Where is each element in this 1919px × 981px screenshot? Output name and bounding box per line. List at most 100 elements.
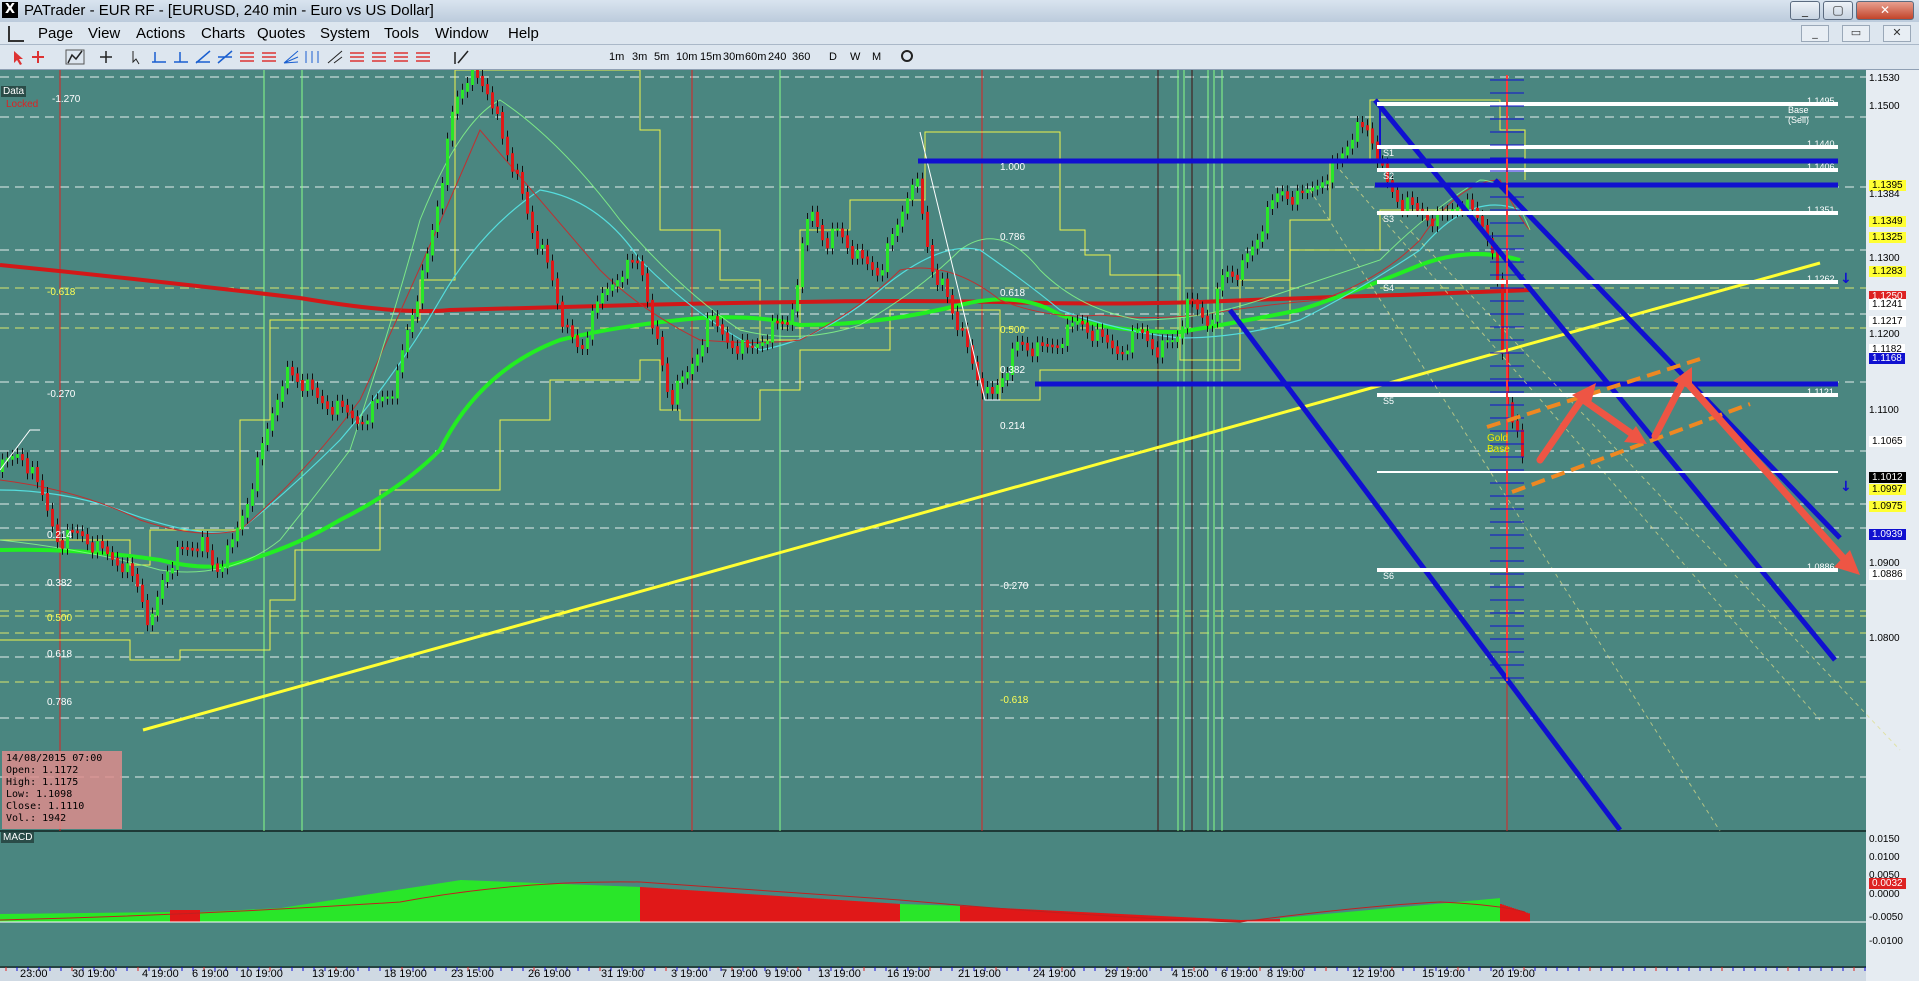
price-axis-label: 1.1241 <box>1869 299 1906 310</box>
tf-360[interactable]: 360 <box>792 51 810 63</box>
down-arrow-icon[interactable]: ↓ <box>1840 271 1852 287</box>
levels4-icon[interactable] <box>416 52 430 62</box>
macd-bar <box>1440 903 1442 922</box>
macd-bar <box>866 901 868 922</box>
macd-bar <box>1202 918 1204 922</box>
macd-bar <box>1520 910 1522 922</box>
macd-bar <box>916 904 918 922</box>
hline-icon[interactable] <box>152 52 166 63</box>
macd-bar <box>906 904 908 922</box>
macd-bar <box>448 881 450 922</box>
macd-bar <box>1340 912 1342 922</box>
title-bar: X PATrader - EUR RF - [EURUSD, 240 min -… <box>0 0 1919 23</box>
candle-bull <box>1076 320 1079 325</box>
macd-bar <box>928 904 930 922</box>
macd-bar <box>226 910 228 922</box>
candle-bear <box>86 534 89 545</box>
macd-bar <box>728 892 730 922</box>
macd-bar <box>1374 909 1376 922</box>
levels-icon[interactable] <box>350 52 364 62</box>
candle-bear <box>26 458 29 474</box>
crosshair-icon[interactable] <box>32 51 44 63</box>
menu-page[interactable]: Page <box>38 25 73 42</box>
levels3-icon[interactable] <box>394 52 408 62</box>
candle-bull <box>446 138 449 185</box>
macd-bar <box>472 880 474 922</box>
menu-tools[interactable]: Tools <box>384 25 419 42</box>
tf-daily[interactable]: D <box>829 51 837 63</box>
price-chart[interactable] <box>0 70 1919 981</box>
close-button[interactable]: ✕ <box>1856 1 1914 20</box>
tf-240[interactable]: 240 <box>768 51 786 63</box>
down-arrow-icon-2[interactable]: ↓ <box>1840 479 1852 495</box>
macd-bar <box>1372 909 1374 922</box>
line-chart-icon[interactable] <box>65 49 85 65</box>
clock-icon[interactable] <box>901 50 913 62</box>
channel-icon[interactable] <box>305 51 319 63</box>
macd-bar <box>878 902 880 922</box>
menu-view[interactable]: View <box>88 25 120 42</box>
candle-bull <box>1296 190 1299 205</box>
macd-bar <box>428 884 430 922</box>
candle-bear <box>206 537 209 553</box>
menu-actions[interactable]: Actions <box>136 25 185 42</box>
fib-icon[interactable] <box>217 50 233 64</box>
trendline-icon[interactable] <box>195 50 211 64</box>
macd-bar <box>700 890 702 922</box>
macd-bar <box>706 891 708 922</box>
pitchfork-icon[interactable] <box>327 50 343 64</box>
macd-bar <box>734 893 736 922</box>
plus-icon[interactable] <box>100 51 112 63</box>
fib-mid-0: 1.000 <box>1000 162 1026 173</box>
tf-1m[interactable]: 1m <box>609 51 624 63</box>
macd-bar <box>1316 914 1318 922</box>
macd-panel <box>0 832 1866 968</box>
fan-icon[interactable] <box>283 50 299 64</box>
date-axis-label: 26 19:00 <box>528 968 571 980</box>
macd-bar <box>926 904 928 922</box>
tf-15m[interactable]: 15m <box>700 51 721 63</box>
macd-axis-label: 0.0000 <box>1869 889 1900 900</box>
tf-monthly[interactable]: M <box>872 51 881 63</box>
menu-help[interactable]: Help <box>508 25 539 42</box>
macd-bar <box>1436 903 1438 922</box>
macd-bar <box>58 913 60 922</box>
fib-levels-icon[interactable] <box>240 52 254 62</box>
tf-5m[interactable]: 5m <box>654 51 669 63</box>
menu-charts[interactable]: Charts <box>201 25 245 42</box>
price-axis-label: 1.1100 <box>1869 405 1899 416</box>
mdi-restore-button[interactable]: ▭ <box>1842 25 1870 42</box>
date-axis-label: 6 19:00 <box>192 968 229 980</box>
mdi-close-button[interactable]: ✕ <box>1883 25 1911 42</box>
macd-bar <box>24 913 26 922</box>
macd-bar <box>132 912 134 922</box>
menu-system[interactable]: System <box>320 25 370 42</box>
macd-bar <box>306 903 308 922</box>
menu-quotes[interactable]: Quotes <box>257 25 305 42</box>
menu-window[interactable]: Window <box>435 25 488 42</box>
macd-bar <box>600 885 602 922</box>
tf-30m[interactable]: 30m <box>723 51 744 63</box>
mdi-minimize-button[interactable]: _ <box>1801 25 1829 42</box>
macd-bar <box>1512 908 1514 922</box>
fib-retrace-icon[interactable] <box>262 52 276 62</box>
pen-icon[interactable] <box>454 50 469 64</box>
macd-bar <box>868 901 870 922</box>
macd-bar <box>1446 902 1448 922</box>
levels2-icon[interactable] <box>372 52 386 62</box>
arrow-tool-icon[interactable] <box>132 51 140 65</box>
macd-bar <box>48 913 50 922</box>
cursor-icon[interactable] <box>14 51 23 65</box>
vline-icon[interactable] <box>174 52 188 63</box>
macd-bar <box>182 910 184 922</box>
minimize-button[interactable]: _ <box>1790 1 1820 20</box>
tf-3m[interactable]: 3m <box>632 51 647 63</box>
maximize-button[interactable]: ▢ <box>1823 1 1853 20</box>
tf-60m[interactable]: 60m <box>745 51 766 63</box>
tf-10m[interactable]: 10m <box>676 51 697 63</box>
tf-weekly[interactable]: W <box>850 51 860 63</box>
macd-bar <box>1008 908 1010 922</box>
macd-bar <box>446 882 448 922</box>
date-axis-label: 12 19:00 <box>1352 968 1395 980</box>
candle-bear <box>61 540 64 549</box>
